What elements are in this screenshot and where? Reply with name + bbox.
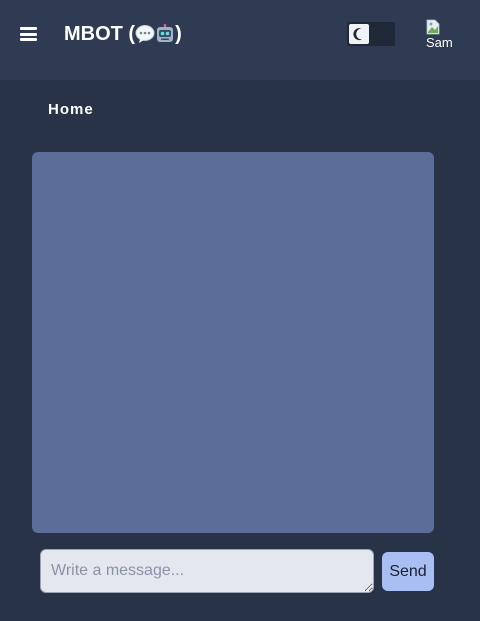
hamburger-icon[interactable] [20, 27, 37, 41]
robot-icon [157, 24, 174, 42]
avatar-alt-text: Sam [426, 35, 453, 50]
menu-line [20, 32, 37, 36]
app-title-close: ) [175, 22, 182, 45]
chat-messages-panel[interactable] [32, 152, 434, 533]
menu-line [20, 27, 37, 30]
message-input[interactable] [40, 549, 374, 593]
app-page: MBOT ( ) Sam Home Write a message... Sen… [0, 0, 480, 621]
header-bar: MBOT ( ) Sam [0, 0, 480, 80]
speech-bubble-icon [135, 25, 155, 43]
theme-toggle[interactable] [347, 22, 395, 46]
breadcrumb-home[interactable]: Home [48, 101, 94, 118]
toggle-knob [349, 24, 369, 44]
moon-icon [353, 28, 362, 41]
breadcrumb: Home [48, 101, 94, 118]
menu-line [20, 38, 37, 41]
app-title-text: MBOT ( [64, 22, 136, 45]
avatar[interactable]: Sam [422, 18, 458, 54]
send-button[interactable]: Send [382, 552, 434, 591]
broken-image-icon [426, 19, 440, 35]
app-title: MBOT ( ) [64, 22, 182, 46]
